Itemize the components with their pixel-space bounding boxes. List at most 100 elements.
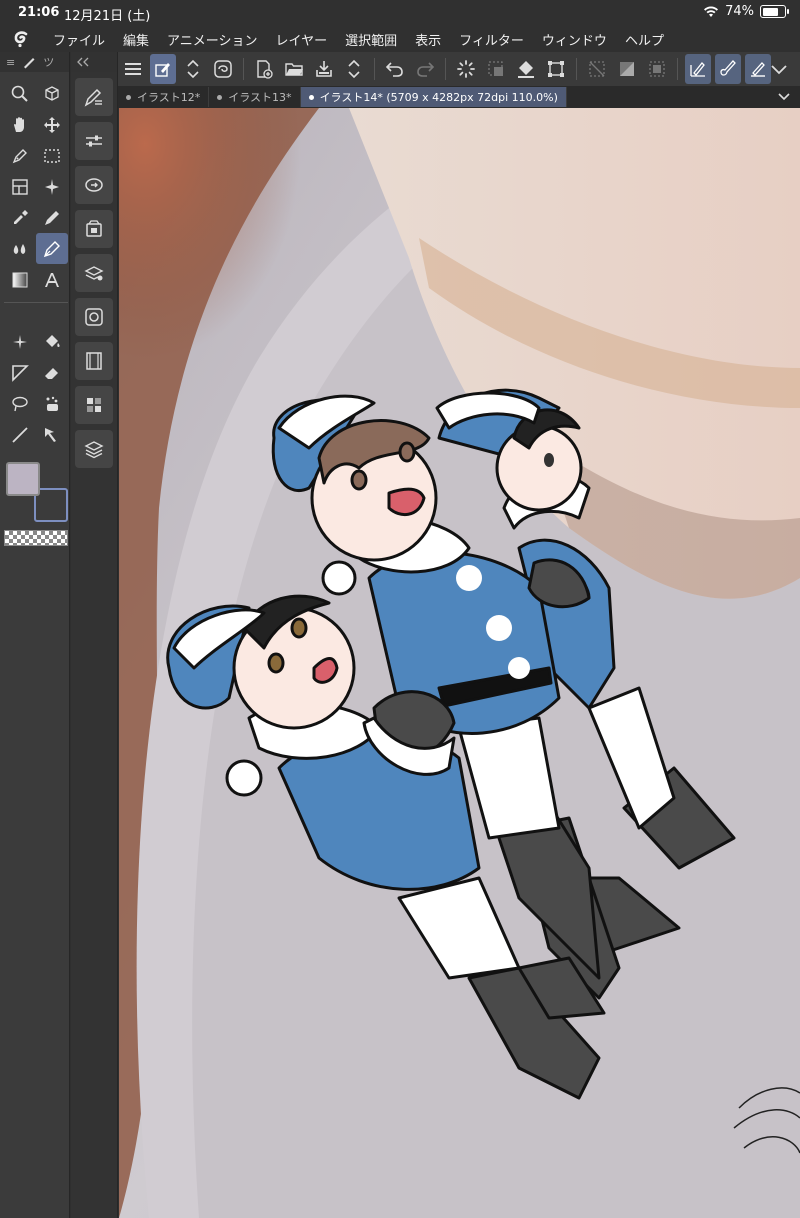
menu-help[interactable]: ヘルプ (616, 30, 673, 49)
3d-object-icon[interactable] (36, 78, 68, 109)
eraser-icon[interactable] (36, 357, 68, 388)
status-time: 21:06 (18, 5, 60, 20)
brush-icon[interactable] (715, 54, 741, 84)
tool-property-icon[interactable] (75, 122, 113, 160)
toolbar-separator (677, 58, 678, 80)
navigator-icon[interactable] (75, 298, 113, 336)
loading-icon[interactable] (453, 54, 479, 84)
text-icon[interactable] (36, 264, 68, 295)
undo-icon[interactable] (382, 54, 408, 84)
decoration-icon[interactable] (36, 388, 68, 419)
double-chevron-left-icon[interactable] (77, 57, 89, 67)
menu-edit[interactable]: 編集 (114, 30, 158, 49)
layer-icon[interactable] (75, 430, 113, 468)
color-area (4, 462, 68, 546)
gradient-icon[interactable] (4, 264, 36, 295)
deselect-icon[interactable] (483, 54, 509, 84)
select-all-icon[interactable] (644, 54, 670, 84)
canvas-tab-bar: イラスト12* イラスト13* イラスト14* (5709 x 4282px 7… (118, 86, 800, 108)
tool-divider (4, 295, 68, 303)
edit-layer-icon[interactable] (150, 54, 176, 84)
main-color-swatch[interactable] (6, 462, 40, 496)
pencil-icon[interactable] (36, 202, 68, 233)
rectangle-select-icon[interactable] (36, 140, 68, 171)
tab-list-chevron-icon[interactable] (776, 88, 792, 104)
pen-icon[interactable] (4, 140, 36, 171)
status-date: 12月21日 (土) (64, 9, 151, 24)
tab-illust-14[interactable]: イラスト14* (5709 x 4282px 72dpi 110.0%) (300, 87, 567, 107)
brush-size-icon[interactable] (75, 166, 113, 204)
tab-illust-13[interactable]: イラスト13* (209, 87, 301, 107)
tab-label: イラスト13* (228, 91, 292, 104)
color-set-icon[interactable] (75, 386, 113, 424)
tool-palette: ≡ ツ (0, 52, 70, 1218)
status-right: 74% (703, 4, 789, 19)
menu-filter[interactable]: フィルター (450, 30, 533, 49)
clip-studio-logo-icon[interactable] (0, 26, 44, 52)
tab-modified-dot (217, 94, 223, 100)
line-icon[interactable] (4, 419, 36, 450)
palette-menu-glyph[interactable]: ≡ (6, 56, 15, 69)
status-bar: 21:06 12月21日 (土) 74% (0, 0, 800, 26)
operation-icon[interactable] (36, 419, 68, 450)
menu-bar: ファイル 編集 アニメーション レイヤー 選択範囲 表示 フィルター ウィンドウ… (0, 26, 800, 52)
tab-illust-12[interactable]: イラスト12* (118, 87, 210, 107)
lasso-fill-icon[interactable] (210, 54, 236, 84)
menu-selection[interactable]: 選択範囲 (336, 30, 406, 49)
tab-modified-dot (308, 94, 314, 100)
battery-fill (762, 7, 779, 16)
magic-wand-icon[interactable] (36, 171, 68, 202)
command-bar (118, 52, 800, 86)
move-icon[interactable] (36, 109, 68, 140)
clear-icon[interactable] (584, 54, 610, 84)
chevron-down-icon[interactable] (766, 54, 792, 84)
up-down-icon-2[interactable] (341, 54, 367, 84)
frame-icon[interactable] (4, 171, 36, 202)
artwork (119, 108, 800, 1218)
lasso-icon[interactable] (4, 388, 36, 419)
ruler-icon[interactable] (4, 357, 36, 388)
pen-icon (24, 58, 35, 69)
transform-icon[interactable] (543, 54, 569, 84)
battery-percent: 74% (725, 4, 754, 19)
menu-icon[interactable] (120, 54, 146, 84)
layer-property-icon[interactable] (75, 254, 113, 292)
toolbar-separator (445, 58, 446, 80)
menu-view[interactable]: 表示 (406, 30, 450, 49)
side-panel-header (71, 52, 117, 72)
tools-grid (0, 72, 69, 450)
blend-icon[interactable] (4, 233, 36, 264)
sub-tool-icon[interactable] (75, 78, 113, 116)
side-panel (71, 52, 118, 1218)
new-canvas-icon[interactable] (251, 54, 277, 84)
toolbar-separator (576, 58, 577, 80)
open-folder-icon[interactable] (281, 54, 307, 84)
zoom-icon[interactable] (4, 78, 36, 109)
tab-label: イラスト12* (137, 91, 201, 104)
palette-tab-label[interactable]: ツ (43, 54, 54, 70)
clear-outside-icon[interactable] (614, 54, 640, 84)
up-down-icon[interactable] (180, 54, 206, 84)
transparent-color-swatch[interactable] (4, 530, 68, 546)
pen-stabilize-icon[interactable] (685, 54, 711, 84)
eyedropper-icon[interactable] (4, 202, 36, 233)
fill-bucket-icon[interactable] (36, 326, 68, 357)
menu-file[interactable]: ファイル (44, 30, 114, 49)
timeline-icon[interactable] (75, 342, 113, 380)
save-icon[interactable] (311, 54, 337, 84)
hand-icon[interactable] (4, 109, 36, 140)
toolbar-separator (374, 58, 375, 80)
menu-window[interactable]: ウィンドウ (533, 30, 616, 49)
material-icon[interactable] (75, 210, 113, 248)
fill-icon[interactable] (513, 54, 539, 84)
drawing-canvas[interactable] (119, 108, 800, 1218)
tab-label: イラスト14* (5709 x 4282px 72dpi 110.0%) (319, 91, 558, 104)
redo-icon[interactable] (412, 54, 438, 84)
menu-layer[interactable]: レイヤー (267, 30, 337, 49)
battery-icon (760, 5, 789, 18)
menu-animation[interactable]: アニメーション (158, 30, 266, 49)
tab-modified-dot (126, 94, 131, 100)
pen-tool-icon[interactable] (36, 233, 68, 264)
sparkle-icon[interactable] (4, 326, 36, 357)
tool-palette-header: ≡ ツ (0, 52, 69, 72)
